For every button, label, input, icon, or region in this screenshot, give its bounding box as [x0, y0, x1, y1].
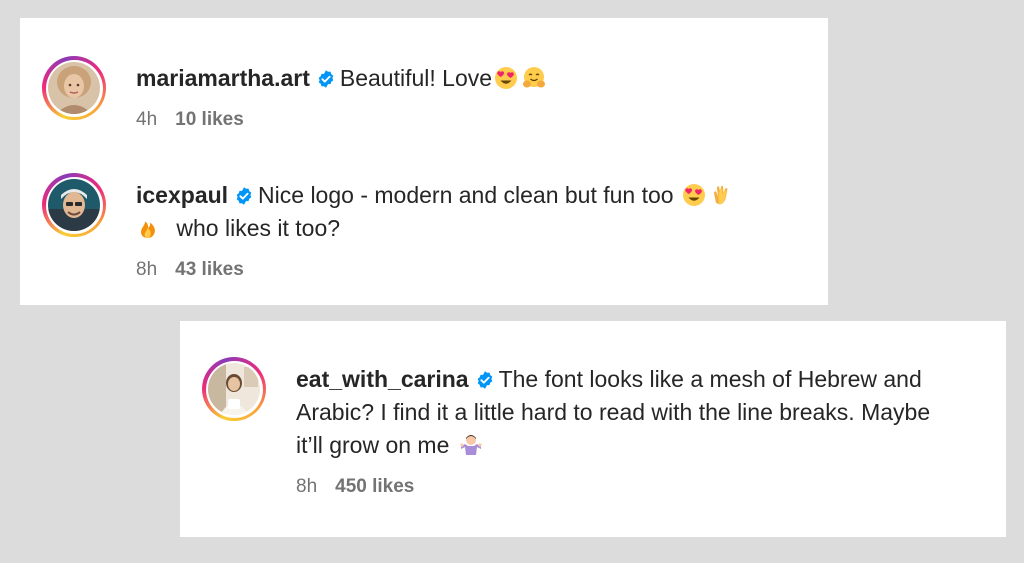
story-ring[interactable]: [202, 357, 266, 421]
clapping-hands-emoji-icon: [713, 185, 728, 205]
heart-eyes-emoji-icon: [495, 67, 518, 89]
comment-text: eat_with_carina The font looks like a me…: [296, 363, 930, 462]
comments-card-top: mariamartha.art Beautiful! Love 4h 10 li…: [20, 18, 828, 305]
comment-body-text: it’ll grow on me: [296, 432, 450, 458]
story-ring[interactable]: [42, 56, 106, 120]
username[interactable]: mariamartha.art: [136, 65, 310, 91]
comment-body-text: Beautiful! Love: [339, 65, 493, 91]
comment-time: 8h: [136, 259, 158, 280]
verified-badge-icon: [477, 371, 492, 389]
likes-count[interactable]: 43 likes: [175, 259, 244, 280]
comment-item: mariamartha.art Beautiful! Love 4h 10 li…: [42, 56, 548, 131]
comment-text: mariamartha.art Beautiful! Love: [136, 62, 548, 95]
avatar[interactable]: [48, 179, 100, 231]
comment-meta: 4h 10 likes: [136, 109, 548, 131]
likes-count[interactable]: 10 likes: [175, 109, 244, 130]
comment-meta: 8h 43 likes: [136, 259, 736, 281]
verified-badge-icon: [318, 70, 334, 88]
hugging-face-emoji-icon: [523, 67, 546, 88]
comment-time: 8h: [296, 476, 318, 497]
comment-body-text: The font looks like a mesh of Hebrew and: [498, 366, 922, 392]
avatar[interactable]: [208, 363, 260, 415]
heart-eyes-emoji-icon: [682, 184, 705, 206]
comment-item: icexpaul Nice logo - modern and clean bu…: [42, 173, 736, 281]
comment-body-text: Arabic? I find it a little hard to read …: [296, 399, 931, 425]
comment-body-text: Nice logo - modern and clean but fun too: [258, 182, 674, 208]
comments-card-bottom: eat_with_carina The font looks like a me…: [180, 321, 1006, 537]
person-shrugging-emoji-icon: [460, 435, 482, 455]
username[interactable]: eat_with_carina: [296, 366, 469, 392]
comment-time: 4h: [136, 109, 158, 130]
username[interactable]: icexpaul: [136, 182, 228, 208]
comment-meta: 8h 450 likes: [296, 476, 930, 498]
verified-badge-icon: [236, 187, 252, 205]
comment-text: icexpaul Nice logo - modern and clean bu…: [136, 179, 736, 245]
comment-body-text-continued: who likes it too?: [176, 215, 341, 241]
fire-emoji-icon: [141, 221, 155, 238]
story-ring[interactable]: [42, 173, 106, 237]
avatar[interactable]: [48, 62, 100, 114]
comment-item: eat_with_carina The font looks like a me…: [202, 357, 930, 498]
likes-count[interactable]: 450 likes: [335, 476, 414, 497]
